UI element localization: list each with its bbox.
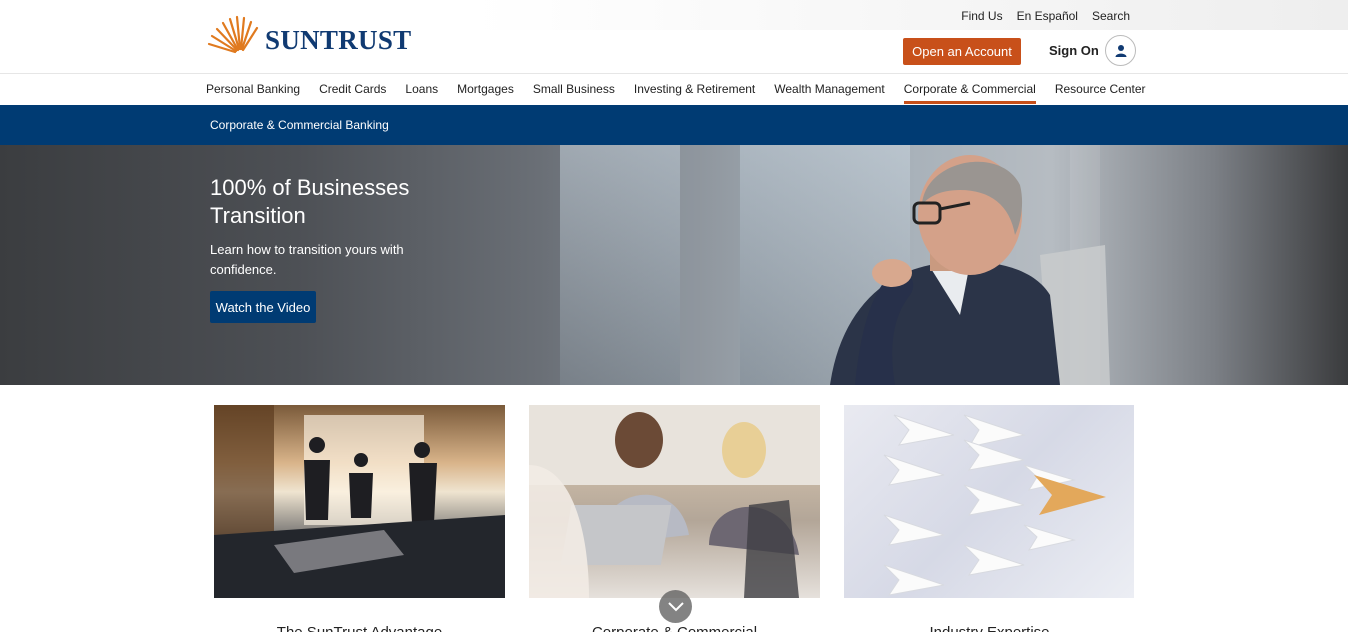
card-image-team-laptop[interactable] xyxy=(529,405,820,598)
sun-rays-icon xyxy=(207,15,259,54)
utility-bar: Find Us En Español Search xyxy=(0,0,1348,30)
hero-pillar xyxy=(680,145,740,385)
hero-banner: 100% of Businesses Transition Learn how … xyxy=(0,145,1348,385)
scroll-down-button[interactable] xyxy=(659,590,692,623)
nav-item-credit-cards[interactable]: Credit Cards xyxy=(319,82,386,96)
nav-item-mortgages[interactable]: Mortgages xyxy=(457,82,514,96)
card-image-meeting-silhouettes[interactable] xyxy=(214,405,505,598)
silhouettes-photo xyxy=(214,405,505,598)
card-title-advantage[interactable]: The SunTrust Advantage xyxy=(214,624,505,632)
nav-item-wealth-management[interactable]: Wealth Management xyxy=(774,82,885,96)
main-navigation: Personal Banking Credit Cards Loans Mort… xyxy=(0,73,1348,105)
suntrust-logo[interactable]: SUNTRUST xyxy=(205,14,411,56)
watch-video-button[interactable]: Watch the Video xyxy=(210,291,316,323)
hero-subtitle: Learn how to transition yours with confi… xyxy=(210,242,404,277)
utility-links: Find Us En Español Search xyxy=(961,9,1130,23)
nav-item-corporate-commercial[interactable]: Corporate & Commercial xyxy=(903,82,1036,104)
nav-item-loans[interactable]: Loans xyxy=(405,82,438,96)
site-header: SUNTRUST Open an Account Sign On xyxy=(0,15,1348,74)
card-title-corporate-commercial[interactable]: Corporate & Commercial xyxy=(529,624,820,632)
card-title-industry-expertise[interactable]: Industry Expertise xyxy=(844,624,1135,632)
card-image-paper-planes[interactable] xyxy=(844,405,1134,598)
user-account-button[interactable] xyxy=(1105,35,1136,66)
nav-item-investing-retirement[interactable]: Investing & Retirement xyxy=(634,82,755,96)
team-meeting-photo xyxy=(529,405,820,598)
chevron-down-icon xyxy=(667,601,684,611)
nav-item-small-business[interactable]: Small Business xyxy=(533,82,615,96)
find-us-link[interactable]: Find Us xyxy=(961,9,1002,23)
brand-wordmark: SUNTRUST xyxy=(265,24,412,55)
hero-window-panel xyxy=(560,145,680,385)
search-link[interactable]: Search xyxy=(1092,9,1130,23)
paper-planes-photo xyxy=(883,414,1106,596)
user-icon xyxy=(1115,44,1126,57)
hero-title: 100% of Businesses Transition xyxy=(210,175,410,228)
nav-item-resource-center[interactable]: Resource Center xyxy=(1055,82,1146,96)
section-bar: Corporate & Commercial Banking xyxy=(0,105,1348,145)
section-title-link[interactable]: Corporate & Commercial Banking xyxy=(210,118,389,132)
businessman-photo xyxy=(830,155,1110,385)
nav-item-personal-banking[interactable]: Personal Banking xyxy=(206,82,300,96)
open-account-button[interactable]: Open an Account xyxy=(903,38,1021,65)
nav-items: Personal Banking Credit Cards Loans Mort… xyxy=(206,82,1146,104)
en-espanol-link[interactable]: En Español xyxy=(1017,9,1078,23)
sign-on-link[interactable]: Sign On xyxy=(1049,43,1099,58)
